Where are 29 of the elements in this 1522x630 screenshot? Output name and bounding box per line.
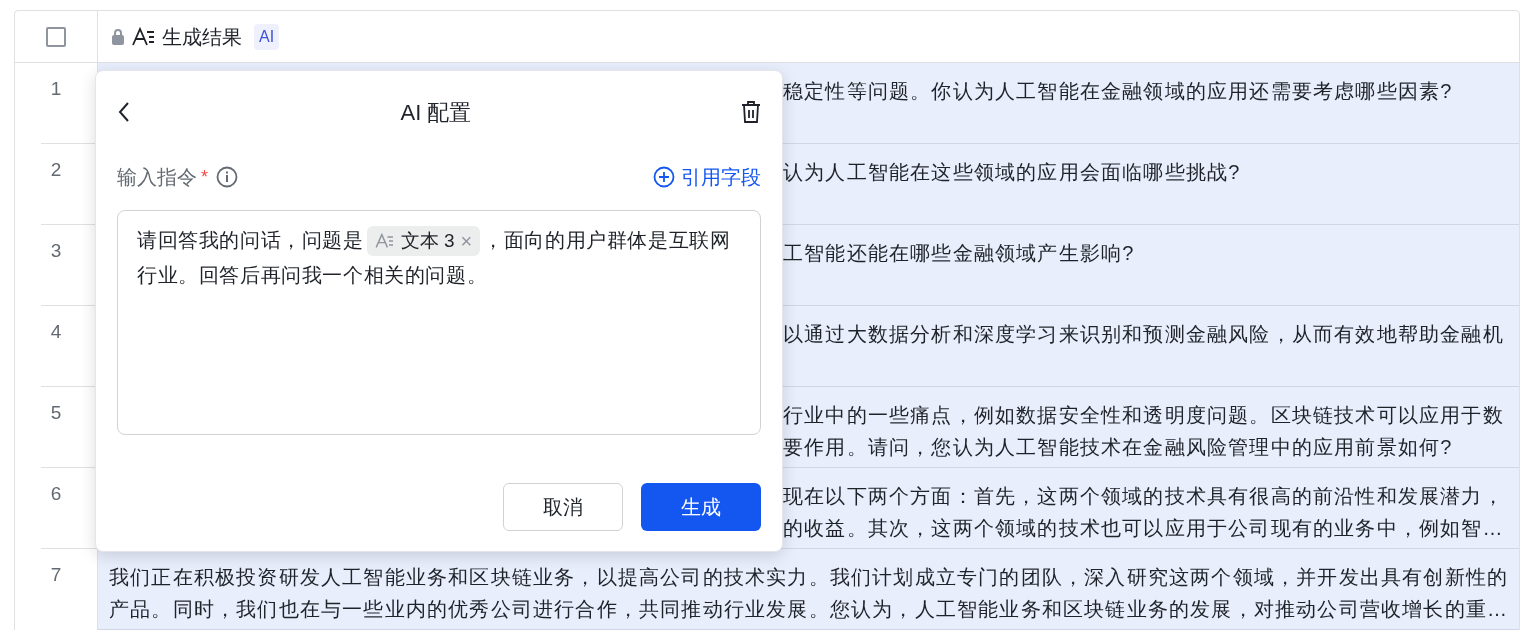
prompt-text: 请回答我的问话，问题是 — [137, 228, 364, 253]
info-icon[interactable] — [216, 166, 238, 188]
column-title: 生成结果 — [162, 24, 242, 50]
text-field-icon — [374, 232, 395, 249]
back-icon[interactable] — [117, 101, 131, 123]
prompt-text: ，面向的用户群体是互联网 — [483, 228, 731, 253]
required-mark: * — [201, 165, 208, 189]
generate-button[interactable]: 生成 — [641, 483, 761, 531]
lock-icon — [110, 27, 126, 46]
ai-badge: AI — [254, 23, 280, 50]
row-number: 5 — [50, 401, 62, 425]
cancel-button[interactable]: 取消 — [503, 483, 623, 531]
field-chip[interactable]: 文本 3 × — [366, 225, 481, 256]
row-number: 3 — [50, 239, 62, 263]
checkbox[interactable] — [46, 26, 66, 47]
popover-title: AI 配置 — [400, 98, 472, 127]
field-label: 输入指令 — [117, 165, 197, 190]
row-number: 1 — [50, 77, 62, 101]
insert-field-link[interactable]: 引用字段 — [653, 162, 761, 192]
text-field-icon — [132, 26, 156, 47]
row-number: 7 — [50, 563, 62, 587]
row-number: 6 — [50, 482, 62, 506]
prompt-text: 行业。回答后再问我一个相关的问题。 — [137, 263, 488, 288]
prompt-input[interactable]: 请回答我的问话，问题是 文本 3 × ，面向的用户群体是互联网 行业。回答后再问我一个相关的问题。 — [117, 210, 761, 435]
row-number: 2 — [50, 158, 62, 182]
row-number: 4 — [50, 320, 62, 344]
delete-icon[interactable] — [741, 101, 761, 123]
add-icon — [653, 166, 675, 188]
table-cell: 我们正在积极投资研发人工智能业务和区块链业务，以提高公司的技术实力。我们计划成立专门的团队，深入研究这两个领域，并开发出具有创新性的 产品。同时，我们也在与一些业内的优秀公司进行合作，共同推动行业发展。您认为，人工智能业务和区块链业务的发展，对推动公司营收增长的重… — [98, 549, 1519, 630]
